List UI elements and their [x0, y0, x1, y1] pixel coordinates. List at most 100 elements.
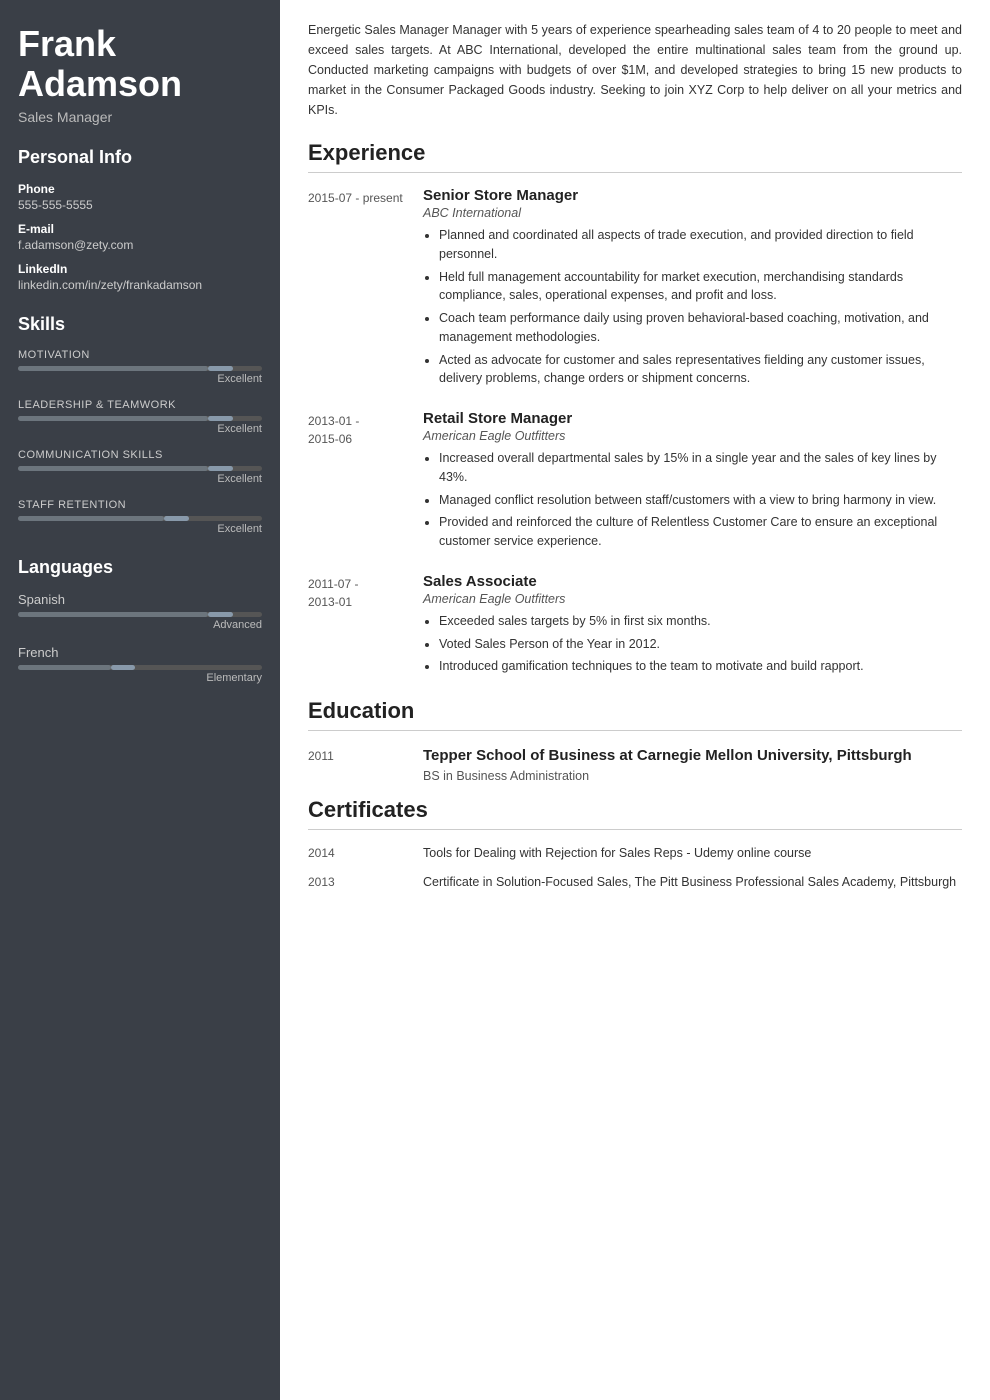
certificates-list: 2014 Tools for Dealing with Rejection fo… [308, 844, 962, 892]
certificates-section: Certificates 2014 Tools for Dealing with… [308, 797, 962, 892]
education-list: 2011 Tepper School of Business at Carneg… [308, 745, 962, 783]
skill-name: COMMUNICATION SKILLS [18, 449, 262, 461]
summary-text: Energetic Sales Manager Manager with 5 y… [308, 20, 962, 120]
linkedin-value: linkedin.com/in/zety/frankadamson [18, 278, 262, 292]
bullet-item: Planned and coordinated all aspects of t… [439, 226, 962, 264]
bullet-item: Introduced gamification techniques to th… [439, 657, 962, 676]
skill-bar-accent [208, 366, 232, 371]
exp-job-title: Sales Associate [423, 573, 962, 590]
skill-level: Excellent [18, 423, 262, 435]
skills-list: MOTIVATION Excellent LEADERSHIP & TEAMWO… [18, 349, 262, 535]
linkedin-label: LinkedIn [18, 262, 262, 276]
languages-list: Spanish Advanced French Elementary [18, 592, 262, 684]
exp-date: 2011-07 -2013-01 [308, 573, 423, 680]
bullet-item: Acted as advocate for customer and sales… [439, 351, 962, 389]
language-name: Spanish [18, 592, 262, 607]
skill-level: Excellent [18, 523, 262, 535]
experience-list: 2015-07 - present Senior Store Manager A… [308, 187, 962, 680]
skill-level: Excellent [18, 373, 262, 385]
sidebar: Frank Adamson Sales Manager Personal Inf… [0, 0, 280, 1400]
skill-bar-fill [18, 516, 164, 521]
certificate-item: 2013 Certificate in Solution-Focused Sal… [308, 873, 962, 892]
education-section: Education 2011 Tepper School of Business… [308, 698, 962, 783]
language-level: Elementary [18, 672, 262, 684]
skill-level: Excellent [18, 473, 262, 485]
cert-date: 2013 [308, 873, 423, 892]
exp-bullets: Increased overall departmental sales by … [423, 449, 962, 551]
skill-item: STAFF RETENTION Excellent [18, 499, 262, 535]
skill-bar [18, 366, 262, 371]
language-name: French [18, 645, 262, 660]
skill-bar-fill [18, 366, 208, 371]
certificates-heading: Certificates [308, 797, 962, 823]
candidate-name: Frank Adamson [18, 24, 262, 103]
language-bar [18, 665, 262, 670]
skill-item: MOTIVATION Excellent [18, 349, 262, 385]
skill-name: MOTIVATION [18, 349, 262, 361]
email-value: f.adamson@zety.com [18, 238, 262, 252]
language-item: French Elementary [18, 645, 262, 684]
certificate-item: 2014 Tools for Dealing with Rejection fo… [308, 844, 962, 863]
education-item: 2011 Tepper School of Business at Carneg… [308, 745, 962, 783]
language-level: Advanced [18, 619, 262, 631]
edu-content: Tepper School of Business at Carnegie Me… [423, 745, 962, 783]
skill-bar [18, 416, 262, 421]
phone-label: Phone [18, 182, 262, 196]
cert-content: Certificate in Solution-Focused Sales, T… [423, 873, 962, 892]
education-heading: Education [308, 698, 962, 724]
skill-item: LEADERSHIP & TEAMWORK Excellent [18, 399, 262, 435]
skill-name: LEADERSHIP & TEAMWORK [18, 399, 262, 411]
main-content: Energetic Sales Manager Manager with 5 y… [280, 0, 990, 1400]
language-bar-accent [208, 612, 232, 617]
bullet-item: Provided and reinforced the culture of R… [439, 513, 962, 551]
experience-item: 2011-07 -2013-01 Sales Associate America… [308, 573, 962, 680]
edu-degree: BS in Business Administration [423, 769, 962, 783]
language-bar-fill [18, 612, 208, 617]
skill-bar-accent [208, 416, 232, 421]
languages-heading: Languages [18, 557, 262, 578]
exp-date: 2015-07 - present [308, 187, 423, 392]
education-divider [308, 730, 962, 731]
skill-item: COMMUNICATION SKILLS Excellent [18, 449, 262, 485]
exp-content: Retail Store Manager American Eagle Outf… [423, 410, 962, 555]
skill-bar-fill [18, 466, 208, 471]
skill-bar [18, 516, 262, 521]
skill-bar [18, 466, 262, 471]
edu-date: 2011 [308, 745, 423, 783]
bullet-item: Increased overall departmental sales by … [439, 449, 962, 487]
exp-job-title: Retail Store Manager [423, 410, 962, 427]
exp-content: Senior Store Manager ABC International P… [423, 187, 962, 392]
personal-info-heading: Personal Info [18, 147, 262, 168]
language-item: Spanish Advanced [18, 592, 262, 631]
language-bar-accent [111, 665, 135, 670]
experience-item: 2015-07 - present Senior Store Manager A… [308, 187, 962, 392]
skill-bar-accent [164, 516, 188, 521]
experience-heading: Experience [308, 140, 962, 166]
bullet-item: Held full management accountability for … [439, 268, 962, 306]
language-bar [18, 612, 262, 617]
cert-content: Tools for Dealing with Rejection for Sal… [423, 844, 962, 863]
exp-company: ABC International [423, 206, 962, 220]
exp-company: American Eagle Outfitters [423, 429, 962, 443]
exp-content: Sales Associate American Eagle Outfitter… [423, 573, 962, 680]
skill-bar-accent [208, 466, 232, 471]
candidate-title: Sales Manager [18, 109, 262, 125]
experience-item: 2013-01 -2015-06 Retail Store Manager Am… [308, 410, 962, 555]
edu-school: Tepper School of Business at Carnegie Me… [423, 745, 962, 766]
skill-bar-fill [18, 416, 208, 421]
exp-job-title: Senior Store Manager [423, 187, 962, 204]
bullet-item: Coach team performance daily using prove… [439, 309, 962, 347]
experience-divider [308, 172, 962, 173]
bullet-item: Managed conflict resolution between staf… [439, 491, 962, 510]
skills-heading: Skills [18, 314, 262, 335]
language-bar-fill [18, 665, 111, 670]
skill-name: STAFF RETENTION [18, 499, 262, 511]
bullet-item: Voted Sales Person of the Year in 2012. [439, 635, 962, 654]
phone-value: 555-555-5555 [18, 198, 262, 212]
bullet-item: Exceeded sales targets by 5% in first si… [439, 612, 962, 631]
certificates-divider [308, 829, 962, 830]
cert-date: 2014 [308, 844, 423, 863]
exp-bullets: Exceeded sales targets by 5% in first si… [423, 612, 962, 676]
exp-company: American Eagle Outfitters [423, 592, 962, 606]
exp-bullets: Planned and coordinated all aspects of t… [423, 226, 962, 388]
